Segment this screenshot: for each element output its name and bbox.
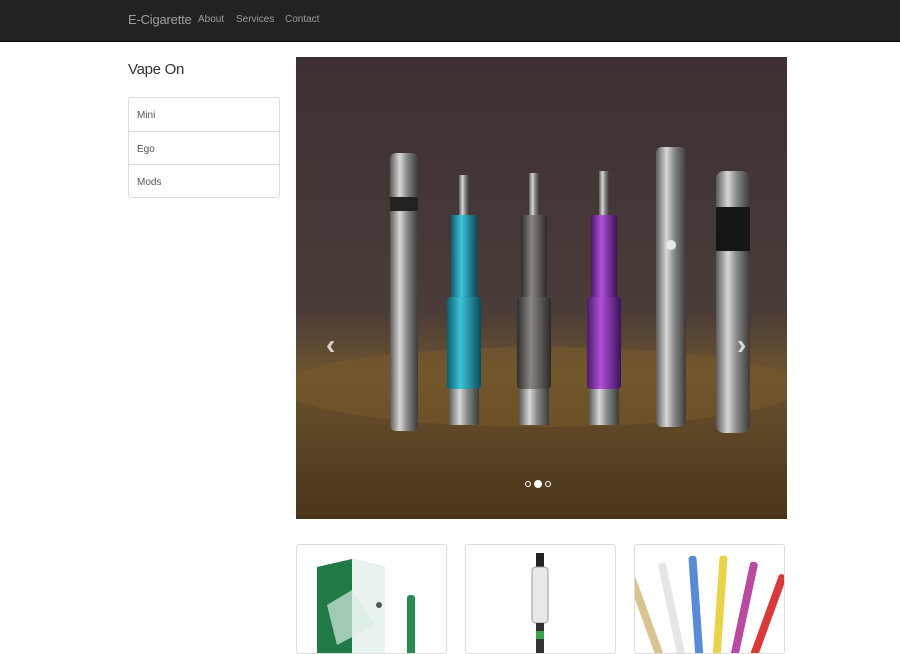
sidebar-item-ego[interactable]: Ego (129, 131, 279, 164)
carousel-indicator-2[interactable] (534, 480, 542, 488)
carousel-indicators (525, 480, 551, 491)
sidebar-item-mods[interactable]: Mods (129, 164, 279, 197)
sidebar-list: Mini Ego Mods (128, 97, 280, 198)
image-carousel[interactable]: ‹ › (296, 57, 787, 519)
product-image-clearomizer (531, 553, 549, 653)
product-image-clearomizers-fan (635, 555, 784, 653)
nav-link-services[interactable]: Services (236, 14, 274, 25)
product-image-green-ego (317, 559, 415, 653)
sidebar-item-mini[interactable]: Mini (129, 98, 279, 131)
product-thumbnail-1[interactable] (296, 544, 447, 654)
nav-link-about[interactable]: About (198, 14, 224, 25)
sidebar-title: Vape On (128, 61, 184, 78)
product-thumbnail-2[interactable] (465, 544, 616, 654)
carousel-indicator-3[interactable] (545, 481, 551, 487)
carousel-prev-icon[interactable]: ‹ (326, 329, 335, 361)
product-thumbnail-3[interactable] (634, 544, 785, 654)
carousel-next-icon[interactable]: › (737, 329, 746, 361)
carousel-indicator-1[interactable] (525, 481, 531, 487)
navbar: E-Cigarette About Services Contact (0, 0, 900, 42)
carousel-slide-image (296, 57, 787, 519)
nav-link-contact[interactable]: Contact (285, 14, 319, 25)
navbar-brand[interactable]: E-Cigarette (128, 12, 192, 27)
